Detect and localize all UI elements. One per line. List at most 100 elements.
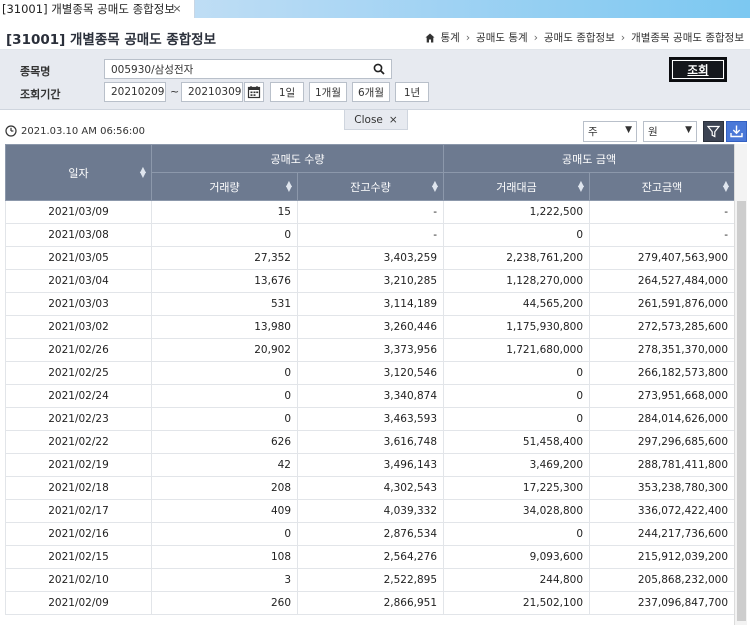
table-row[interactable]: 2021/02/24 0 3,340,874 0 273,951,668,000 bbox=[5, 384, 736, 408]
chevron-right-icon: › bbox=[465, 31, 471, 44]
home-icon[interactable] bbox=[425, 33, 435, 43]
table-row[interactable]: 2021/02/10 3 2,522,895 244,800 205,868,232,0… bbox=[5, 568, 736, 592]
search-panel: 종목명 005930/삼성전자 조회기간 20210209 ~ 20210309… bbox=[0, 50, 750, 110]
range-6month-button[interactable]: 6개월 bbox=[352, 82, 390, 102]
breadcrumb-item-2[interactable]: 공매도 통계 bbox=[476, 30, 528, 45]
cell-balance-qty: 2,876,534 bbox=[296, 522, 445, 546]
close-panel-label: Close bbox=[354, 113, 383, 126]
date-from-input[interactable]: 20210209 bbox=[104, 82, 166, 102]
cell-volume: 108 bbox=[151, 545, 298, 569]
header-date[interactable]: 일자 ▲ ▼ bbox=[5, 144, 152, 201]
table-row[interactable]: 2021/02/23 0 3,463,593 0 284,014,626,000 bbox=[5, 407, 736, 431]
stock-search-input[interactable]: 005930/삼성전자 bbox=[104, 59, 392, 79]
cell-date: 2021/03/05 bbox=[5, 246, 152, 270]
table-row[interactable]: 2021/03/02 13,980 3,260,446 1,175,930,800 27… bbox=[5, 315, 736, 339]
sort-icon[interactable]: ▲ ▼ bbox=[140, 166, 146, 179]
sort-icon[interactable]: ▲ ▼ bbox=[432, 180, 438, 193]
clock-icon bbox=[5, 125, 17, 137]
cell-value: 0 bbox=[443, 384, 591, 408]
calendar-button[interactable] bbox=[244, 82, 264, 102]
page-title: [31001] 개별종목 공매도 종합정보 bbox=[6, 32, 217, 48]
sort-icon[interactable]: ▲ ▼ bbox=[578, 180, 584, 193]
period-select[interactable]: 주 ▼ bbox=[583, 121, 637, 142]
header-balance-amt[interactable]: 잔고금액 ▲ ▼ bbox=[589, 172, 736, 201]
cell-date: 2021/02/24 bbox=[5, 384, 152, 408]
table-row[interactable]: 2021/02/17 409 4,039,332 34,028,800 336,072,… bbox=[5, 499, 736, 523]
header-balance-qty[interactable]: 잔고수량 ▲ ▼ bbox=[296, 172, 445, 201]
table-row[interactable]: 2021/03/03 531 3,114,189 44,565,200 261,591,… bbox=[5, 292, 736, 316]
header-value[interactable]: 거래대금 ▲ ▼ bbox=[443, 172, 591, 201]
cell-balance-qty: 3,616,748 bbox=[296, 430, 445, 454]
range-1year-button[interactable]: 1년 bbox=[395, 82, 429, 102]
cell-date: 2021/02/16 bbox=[5, 522, 152, 546]
table-row[interactable]: 2021/02/26 20,902 3,373,956 1,721,680,000 27… bbox=[5, 338, 736, 362]
cell-volume: 409 bbox=[151, 499, 298, 523]
cell-date: 2021/02/09 bbox=[5, 591, 152, 615]
cell-balance-amt: - bbox=[589, 200, 736, 224]
cell-balance-amt: 244,217,736,600 bbox=[589, 522, 736, 546]
header-date-label: 일자 bbox=[68, 166, 89, 180]
sort-icon[interactable]: ▲ ▼ bbox=[723, 180, 729, 193]
chevron-right-icon: › bbox=[533, 31, 538, 44]
table-row[interactable]: 2021/02/09 260 2,866,951 21,502,100 237,096,… bbox=[5, 591, 736, 615]
cell-date: 2021/02/25 bbox=[5, 361, 152, 385]
cell-balance-amt: 279,407,563,900 bbox=[589, 246, 736, 270]
table-row[interactable]: 2021/03/04 13,676 3,210,285 1,128,270,000 26… bbox=[5, 269, 736, 293]
cell-volume: 13,676 bbox=[151, 269, 298, 293]
table-row[interactable]: 2021/02/18 208 4,302,543 17,225,300 353,238,… bbox=[5, 476, 736, 500]
breadcrumb-item-4[interactable]: 개별종목 공매도 종합정보 bbox=[631, 30, 744, 45]
breadcrumb: 통계 › 공매도 통계 › 공매도 종합정보 › 개별종목 공매도 종합정보 bbox=[425, 30, 744, 45]
cell-value: 244,800 bbox=[443, 568, 591, 592]
cell-balance-qty: 3,260,446 bbox=[296, 315, 445, 339]
sort-icon[interactable]: ▲ ▼ bbox=[286, 180, 292, 193]
cell-date: 2021/03/02 bbox=[5, 315, 152, 339]
tab-title: [31001] 개별종목 공매도 종합정보 bbox=[2, 2, 175, 16]
download-button[interactable] bbox=[726, 121, 747, 142]
range-1day-button[interactable]: 1일 bbox=[270, 82, 304, 102]
cell-balance-qty: - bbox=[296, 200, 445, 224]
table-row[interactable]: 2021/02/25 0 3,120,546 0 266,182,573,800 bbox=[5, 361, 736, 385]
tab-current[interactable]: [31001] 개별종목 공매도 종합정보 × bbox=[0, 0, 195, 18]
cell-balance-qty: 3,373,956 bbox=[296, 338, 445, 362]
stock-label: 종목명 bbox=[20, 65, 51, 78]
cell-date: 2021/02/10 bbox=[5, 568, 152, 592]
breadcrumb-item-1[interactable]: 통계 bbox=[441, 30, 460, 45]
cell-balance-qty: 3,120,546 bbox=[296, 361, 445, 385]
cell-balance-amt: 278,351,370,000 bbox=[589, 338, 736, 362]
scrollbar-thumb[interactable] bbox=[737, 201, 746, 621]
header-qty-group: 공매도 수량 bbox=[150, 144, 445, 173]
header-volume-label: 거래량 bbox=[209, 180, 240, 194]
cell-balance-amt: 297,296,685,600 bbox=[589, 430, 736, 454]
cell-balance-amt: 288,781,411,800 bbox=[589, 453, 736, 477]
close-icon: × bbox=[388, 113, 398, 126]
table-row[interactable]: 2021/03/08 0-0- bbox=[5, 223, 736, 247]
cell-date: 2021/02/22 bbox=[5, 430, 152, 454]
table-row[interactable]: 2021/03/09 15-1,222,500- bbox=[5, 200, 736, 224]
cell-balance-amt: 264,527,484,000 bbox=[589, 269, 736, 293]
table-row[interactable]: 2021/03/05 27,352 3,403,259 2,238,761,200 27… bbox=[5, 246, 736, 270]
tab-close-icon[interactable]: × bbox=[170, 2, 184, 16]
timestamp: 2021.03.10 AM 06:56:00 bbox=[21, 126, 145, 137]
vertical-scrollbar[interactable] bbox=[734, 144, 747, 625]
cell-balance-amt: 205,868,232,000 bbox=[589, 568, 736, 592]
cell-value: 0 bbox=[443, 223, 591, 247]
filter-button[interactable] bbox=[703, 121, 724, 142]
search-icon[interactable] bbox=[373, 63, 385, 75]
unit-select[interactable]: 원 ▼ bbox=[643, 121, 697, 142]
header-value-label: 거래대금 bbox=[496, 180, 537, 194]
cell-date: 2021/02/18 bbox=[5, 476, 152, 500]
cell-volume: 0 bbox=[151, 361, 298, 385]
close-panel-button[interactable]: Close × bbox=[344, 110, 408, 130]
table-row[interactable]: 2021/02/15 108 2,564,276 9,093,600 215,912,0… bbox=[5, 545, 736, 569]
query-button[interactable]: 조회 bbox=[669, 57, 727, 82]
caret-down-icon: ▼ bbox=[685, 125, 692, 135]
cell-value: 0 bbox=[443, 407, 591, 431]
table-row[interactable]: 2021/02/19 42 3,496,143 3,469,200 288,781,41… bbox=[5, 453, 736, 477]
table-row[interactable]: 2021/02/16 0 2,876,534 0 244,217,736,600 bbox=[5, 522, 736, 546]
date-to-input[interactable]: 20210309 bbox=[181, 82, 243, 102]
range-1month-button[interactable]: 1개월 bbox=[309, 82, 347, 102]
header-volume[interactable]: 거래량 ▲ ▼ bbox=[151, 172, 298, 201]
table-row[interactable]: 2021/02/22 626 3,616,748 51,458,400 297,296,… bbox=[5, 430, 736, 454]
cell-balance-qty: 4,302,543 bbox=[296, 476, 445, 500]
breadcrumb-item-3[interactable]: 공매도 종합정보 bbox=[544, 30, 615, 45]
